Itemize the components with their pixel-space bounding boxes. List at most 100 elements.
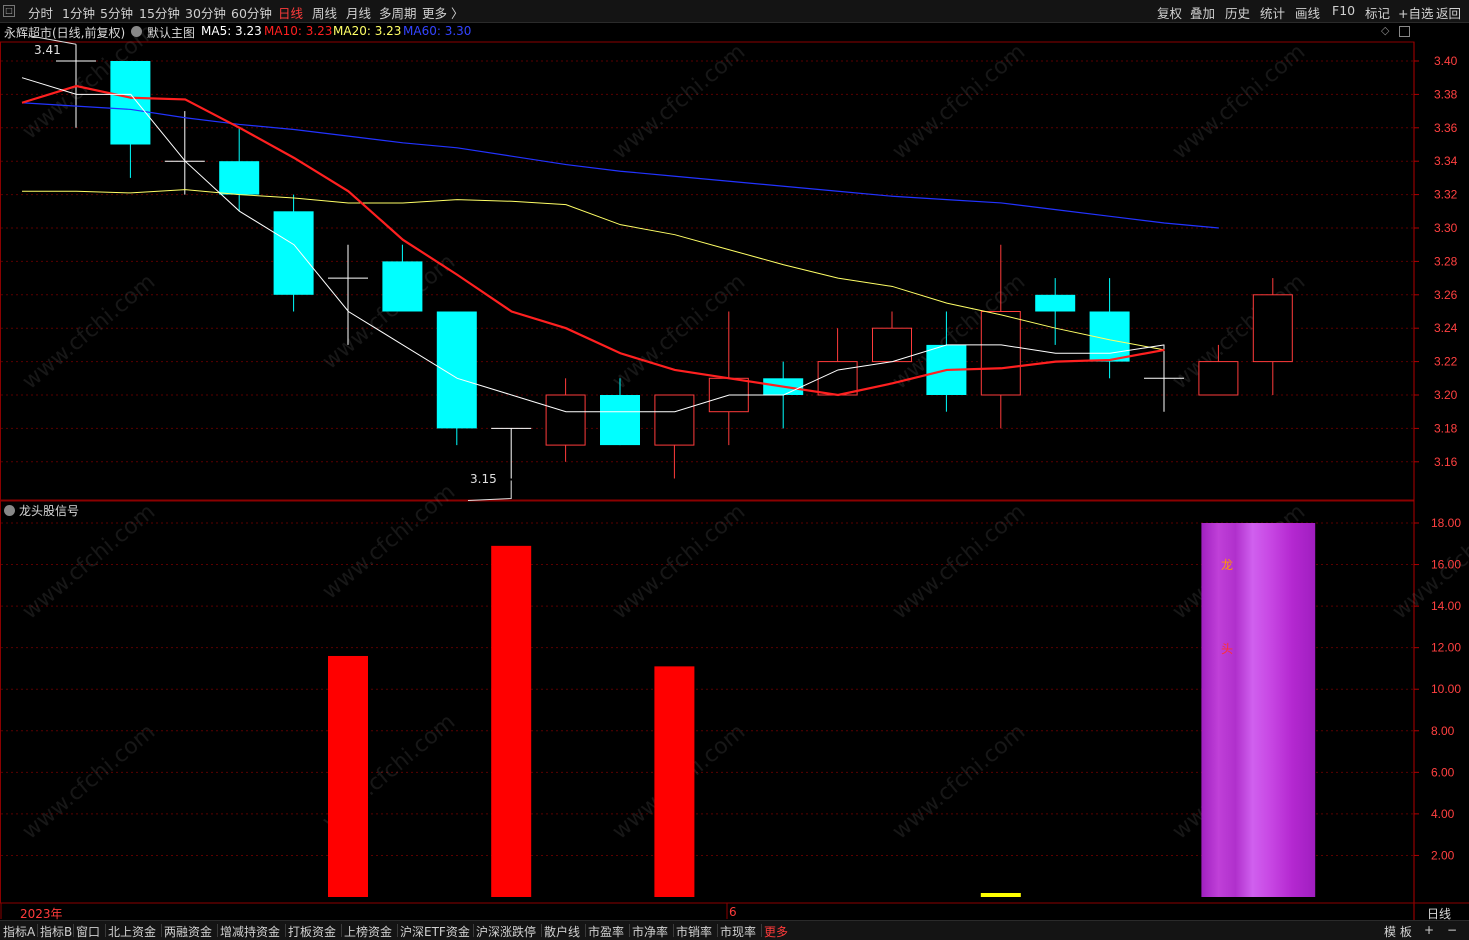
signal-bar [328, 655, 368, 897]
tab-separator [341, 924, 342, 937]
tab-separator [473, 924, 474, 937]
ma10-label: MA10: 3.23 [264, 24, 333, 38]
indicator-y-tick-label: 18.00 [1431, 516, 1461, 530]
watermark-text: www.cfchi.com [888, 499, 1030, 624]
indicator-header: 龙头股信号 [0, 502, 300, 518]
indicator-tab[interactable]: 市销率 [676, 923, 712, 940]
stock-title[interactable]: 永辉超市(日线,前复权) [4, 24, 125, 41]
high-price-marker: 3.41 [34, 43, 61, 57]
ma60-label: MA60: 3.30 [403, 24, 472, 38]
indicator-tab[interactable]: 上榜资金 [344, 923, 392, 940]
watermark-text: www.cfchi.com [888, 719, 1030, 844]
indicator-tab[interactable]: 沪深涨跌停 [476, 923, 536, 940]
indicator-tab[interactable]: 市现率 [720, 923, 756, 940]
tab-separator [397, 924, 398, 937]
indicator-tab[interactable]: 打板资金 [288, 923, 336, 940]
indicator-y-tick-label: 10.00 [1431, 682, 1461, 696]
tab-separator [285, 924, 286, 937]
x-axis-month-label: 6 [729, 905, 737, 919]
candle-body-up [980, 311, 1021, 396]
template-label[interactable]: 默认主图 [147, 24, 195, 41]
zoom-out-button[interactable]: − [1447, 923, 1457, 937]
indicator-tab[interactable]: 两融资金 [164, 923, 212, 940]
indicator-tab[interactable]: 市盈率 [588, 923, 624, 940]
main-y-tick-label: 3.38 [1434, 87, 1458, 101]
template-button[interactable]: 模 板 [1384, 923, 1412, 940]
indicator-tab[interactable]: 散户线 [544, 923, 580, 940]
panel-window-icon[interactable] [1399, 26, 1410, 37]
signal-bar [491, 545, 532, 897]
main-y-tick-label: 3.26 [1434, 288, 1458, 302]
watermark-text: www.cfchi.com [318, 479, 460, 604]
diamond-icon[interactable]: ◇ [1381, 24, 1389, 37]
main-y-tick-label: 3.20 [1434, 388, 1458, 402]
tab-separator [761, 924, 762, 937]
watermark-text: www.cfchi.com [608, 499, 750, 624]
indicator-y-tick-label: 2.00 [1431, 848, 1455, 862]
signal-bar [654, 666, 695, 897]
candle-body-down [382, 261, 423, 312]
indicator-tab[interactable]: 指标A [3, 923, 35, 940]
leader-signal-bar [1201, 523, 1316, 897]
watermark-text: www.cfchi.com [18, 719, 160, 844]
candle-body-up [817, 361, 858, 396]
main-y-tick-label: 3.30 [1434, 221, 1458, 235]
indicator-y-tick-label: 12.00 [1431, 641, 1461, 655]
indicator-tab[interactable]: 市净率 [632, 923, 668, 940]
watermark-text: www.cfchi.com [608, 39, 750, 164]
ma60-line [21, 102, 1219, 229]
candle-body-up [872, 327, 912, 363]
zoom-in-button[interactable]: + [1424, 923, 1434, 937]
weak-signal-bar [980, 893, 1021, 897]
tab-separator [629, 924, 630, 937]
tab-separator [37, 924, 38, 937]
main-panel-frame [0, 41, 1415, 501]
indicator-tab[interactable]: 指标B [40, 923, 72, 940]
main-y-tick-label: 3.32 [1434, 188, 1458, 202]
indicator-tabbar: 指标A 指标B 窗口 北上资金 两融资金 增减持资金 打板资金 上榜资金 沪深ETF资金 沪深涨跌… [0, 920, 1469, 940]
tab-separator [217, 924, 218, 937]
indicator-y-tick-label: 8.00 [1431, 724, 1455, 738]
tab-separator [541, 924, 542, 937]
candle-body-up [654, 394, 695, 446]
indicator-y-tick-label: 4.00 [1431, 807, 1455, 821]
low-price-marker: 3.15 [470, 472, 497, 486]
main-y-tick-label: 3.18 [1434, 421, 1458, 435]
indicator-tab[interactable]: 北上资金 [108, 923, 156, 940]
candle-body-down [1035, 294, 1076, 312]
main-chart-header: 永辉超市(日线,前复权) 默认主图 MA5: 3.23 MA10: 3.23 M… [0, 23, 1414, 41]
candle-body-down [110, 61, 151, 145]
indicator-y-tick-label: 16.00 [1431, 558, 1461, 572]
tab-separator [161, 924, 162, 937]
watermark-text: www.cfchi.com [18, 269, 160, 394]
main-y-tick-label: 3.22 [1434, 355, 1458, 369]
ma20-label: MA20: 3.23 [333, 24, 402, 38]
tab-separator [585, 924, 586, 937]
candle-body-down [273, 211, 314, 295]
candle-body-up [545, 394, 586, 446]
main-y-tick-label: 3.34 [1434, 154, 1458, 168]
ma5-label: MA5: 3.23 [201, 24, 262, 38]
main-y-tick-label: 3.24 [1434, 321, 1458, 335]
indicator-tab[interactable]: 更多 [764, 923, 788, 940]
kline-chart[interactable]: www.cfchi.com www.cfchi.com www.cfchi.com w… [0, 0, 1469, 939]
indicator-y-tick-label: 14.00 [1431, 599, 1461, 613]
main-y-tick-label: 3.16 [1434, 455, 1458, 469]
indicator-title[interactable]: 龙头股信号 [19, 502, 79, 519]
indicator-dropdown-icon[interactable] [4, 505, 15, 516]
tab-separator [717, 924, 718, 937]
watermark-text: www.cfchi.com [888, 39, 1030, 164]
indicator-y-tick-label: 6.00 [1431, 765, 1455, 779]
main-y-tick-label: 3.36 [1434, 121, 1458, 135]
indicator-tab[interactable]: 沪深ETF资金 [400, 923, 470, 940]
candle-body-up [1252, 294, 1293, 363]
candle-body-up [1198, 361, 1239, 396]
indicator-tab[interactable]: 增减持资金 [220, 923, 280, 940]
watermark-text: www.cfchi.com [1168, 39, 1310, 164]
main-y-tick-label: 3.28 [1434, 254, 1458, 268]
indicator-tab[interactable]: 窗口 [76, 923, 100, 940]
template-dropdown-icon[interactable] [131, 26, 142, 37]
tab-separator [105, 924, 106, 937]
tab-separator [673, 924, 674, 937]
leader-text-2: 头 [1221, 642, 1234, 656]
